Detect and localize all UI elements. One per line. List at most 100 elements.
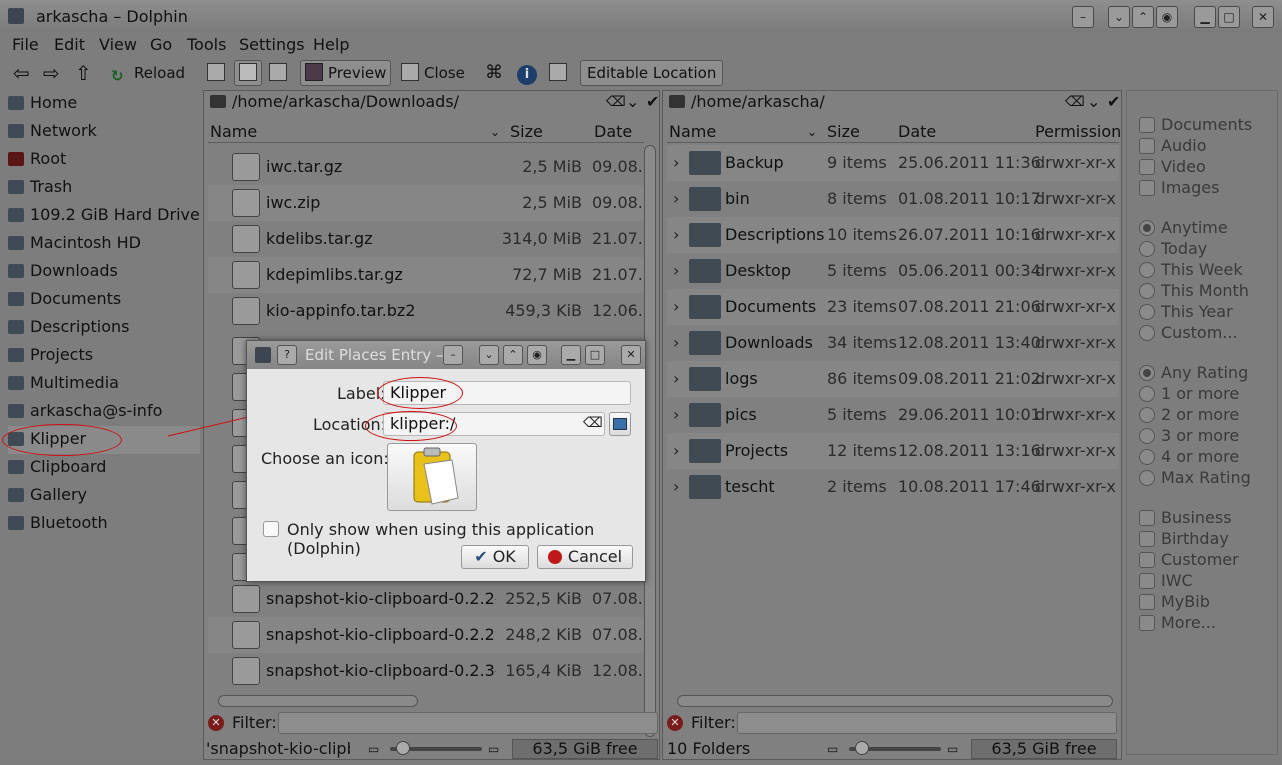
expand-chevron-icon[interactable]: ›	[673, 145, 679, 181]
right-zoom-slider-handle[interactable]	[855, 741, 869, 755]
place-item-clipboard[interactable]: Clipboard	[8, 454, 200, 482]
date-radio-label[interactable]: This Year	[1161, 302, 1233, 321]
right-location-bar[interactable]: /home/arkascha/ ⌫ ⌄ ✔	[667, 91, 1120, 113]
expand-chevron-icon[interactable]: ›	[673, 181, 679, 217]
rating-radio-2-or-more[interactable]	[1139, 407, 1155, 423]
window-titlebar[interactable]: arkascha – Dolphin – ⌄ ⌃ ◉ ▁ □ ✕	[0, 0, 1282, 32]
clear-location-icon[interactable]: ⌫	[1065, 91, 1085, 113]
date-radio-anytime[interactable]	[1139, 220, 1155, 236]
folder-row[interactable]: › Projects 12 items 12.08.2011 13:16 drwxr-x…	[667, 433, 1119, 469]
browse-location-button[interactable]	[609, 412, 631, 436]
file-row[interactable]: iwc.tar.gz 2,5 MiB 09.08.2	[208, 149, 644, 185]
right-filter-input[interactable]	[737, 712, 1117, 734]
place-item-descriptions[interactable]: Descriptions	[8, 314, 200, 342]
place-item-home[interactable]: Home	[8, 90, 200, 118]
minimize-button[interactable]: ▁	[1194, 6, 1216, 28]
tag-checkbox-label[interactable]: Birthday	[1161, 529, 1229, 548]
rating-radio-label[interactable]: 2 or more	[1161, 405, 1239, 424]
type-checkbox-label[interactable]: Audio	[1161, 136, 1206, 155]
place-item-gallery[interactable]: Gallery	[8, 482, 200, 510]
place-item-bluetooth[interactable]: Bluetooth	[8, 510, 200, 538]
sort-chevron-icon[interactable]: ⌄	[807, 121, 817, 143]
rating-radio-1-or-more[interactable]	[1139, 386, 1155, 402]
expand-chevron-icon[interactable]: ›	[673, 289, 679, 325]
place-item-projects[interactable]: Projects	[8, 342, 200, 370]
accept-checkmark-icon[interactable]: ✔	[646, 91, 659, 113]
close-dialog-button[interactable]: ✕	[621, 345, 641, 365]
tag-checkbox-business[interactable]	[1139, 510, 1155, 526]
folder-row[interactable]: › Descriptions 10 items 26.07.2011 10:16 drw…	[667, 217, 1119, 253]
zoom-in-icon[interactable]: ▭	[947, 737, 958, 761]
sort-chevron-icon[interactable]: ⌄	[490, 121, 500, 143]
folder-row[interactable]: › Documents 23 items 07.08.2011 21:06 drwxr-…	[667, 289, 1119, 325]
zoom-out-icon[interactable]: ▭	[827, 737, 838, 761]
left-location-bar[interactable]: /home/arkascha/Downloads/ ⌫ ⌄ ✔	[208, 91, 659, 113]
clear-location-icon[interactable]: ⌫	[606, 91, 626, 113]
maximize-button[interactable]: □	[1218, 6, 1240, 28]
reload-button[interactable]: ↻ Reload	[106, 60, 190, 86]
close-filter-icon[interactable]: ✕	[667, 715, 683, 731]
column-name[interactable]: Name	[669, 121, 716, 143]
rating-radio-label[interactable]: 4 or more	[1161, 447, 1239, 466]
menu-settings[interactable]: Settings	[239, 35, 305, 54]
rating-radio-any-rating[interactable]	[1139, 365, 1155, 381]
info-icon[interactable]: i	[512, 60, 542, 86]
type-checkbox-images[interactable]	[1139, 180, 1155, 196]
column-date[interactable]: Date	[594, 121, 632, 143]
only-show-checkbox[interactable]	[263, 521, 279, 537]
preview-button[interactable]: Preview	[300, 60, 392, 86]
dialog-titlebar[interactable]: ? Edit Places Entry – I – ⌄ ⌃ ◉ ▁ □ ✕	[247, 341, 645, 369]
chevron-down-icon[interactable]: ⌄	[1087, 91, 1100, 113]
minimize-button[interactable]: ▁	[561, 345, 581, 365]
date-radio-this-year[interactable]	[1139, 304, 1155, 320]
place-item-documents[interactable]: Documents	[8, 286, 200, 314]
date-radio-label[interactable]: Anytime	[1161, 218, 1228, 237]
ok-button[interactable]: ✔ OK	[461, 545, 529, 569]
place-item-network[interactable]: Network	[8, 118, 200, 146]
date-radio-label[interactable]: Custom...	[1161, 323, 1238, 342]
chevron-up-icon[interactable]: ⌃	[1132, 6, 1154, 28]
cancel-button[interactable]: Cancel	[537, 545, 633, 569]
binoculars-icon[interactable]: ⌘	[480, 60, 508, 86]
expand-chevron-icon[interactable]: ›	[673, 433, 679, 469]
forward-arrow-icon[interactable]: ⇨	[38, 60, 65, 86]
chevron-up-icon[interactable]: ⌃	[503, 345, 523, 365]
back-arrow-icon[interactable]: ⇦	[8, 60, 35, 86]
menu-tools[interactable]: Tools	[187, 35, 226, 54]
chevron-down-icon[interactable]: ⌄	[1108, 6, 1130, 28]
clear-input-icon[interactable]: ⌫	[583, 415, 603, 431]
date-radio-label[interactable]: This Month	[1161, 281, 1249, 300]
details-view-button[interactable]	[234, 60, 262, 86]
expand-chevron-icon[interactable]: ›	[673, 253, 679, 289]
tag-checkbox-mybib[interactable]	[1139, 594, 1155, 610]
rating-radio-label[interactable]: 3 or more	[1161, 426, 1239, 445]
menu-go[interactable]: Go	[150, 35, 172, 54]
tag-checkbox-iwc[interactable]	[1139, 573, 1155, 589]
date-radio-today[interactable]	[1139, 241, 1155, 257]
tag-checkbox-birthday[interactable]	[1139, 531, 1155, 547]
file-row[interactable]: snapshot-kio-clipboard-0.2.3- 165,4 KiB 12…	[208, 653, 644, 689]
expand-chevron-icon[interactable]: ›	[673, 397, 679, 433]
place-item-downloads[interactable]: Downloads	[8, 258, 200, 286]
rating-radio-label[interactable]: Max Rating	[1161, 468, 1251, 487]
tag-checkbox-label[interactable]: MyBib	[1161, 592, 1210, 611]
right-horizontal-scrollbar[interactable]	[677, 695, 1113, 707]
accept-checkmark-icon[interactable]: ✔	[1107, 91, 1120, 113]
place-item-macintosh-hd[interactable]: Macintosh HD	[8, 230, 200, 258]
shade-button[interactable]: –	[1072, 6, 1094, 28]
file-row[interactable]: kdepimlibs.tar.gz 72,7 MiB 21.07.2	[208, 257, 644, 293]
date-radio-label[interactable]: Today	[1161, 239, 1207, 258]
icons-view-button[interactable]	[202, 60, 230, 86]
left-zoom-slider-handle[interactable]	[396, 741, 410, 755]
folder-row[interactable]: › tescht 2 items 10.08.2011 17:46 drwxr-xr-x	[667, 469, 1119, 505]
place-item-109-2-gib-hard-drive[interactable]: 109.2 GiB Hard Drive	[8, 202, 200, 230]
expand-chevron-icon[interactable]: ›	[673, 325, 679, 361]
folder-row[interactable]: › logs 86 items 09.08.2011 21:02 drwxr-xr-x	[667, 361, 1119, 397]
folder-row[interactable]: › pics 5 items 29.06.2011 10:01 drwxr-xr-x	[667, 397, 1119, 433]
column-name[interactable]: Name	[210, 121, 257, 143]
tag-checkbox-label[interactable]: Customer	[1161, 550, 1239, 569]
app-menu-icon[interactable]	[8, 8, 24, 24]
column-date[interactable]: Date	[898, 121, 936, 143]
tag-checkbox-label[interactable]: Business	[1161, 508, 1232, 527]
type-checkbox-label[interactable]: Documents	[1161, 115, 1252, 134]
